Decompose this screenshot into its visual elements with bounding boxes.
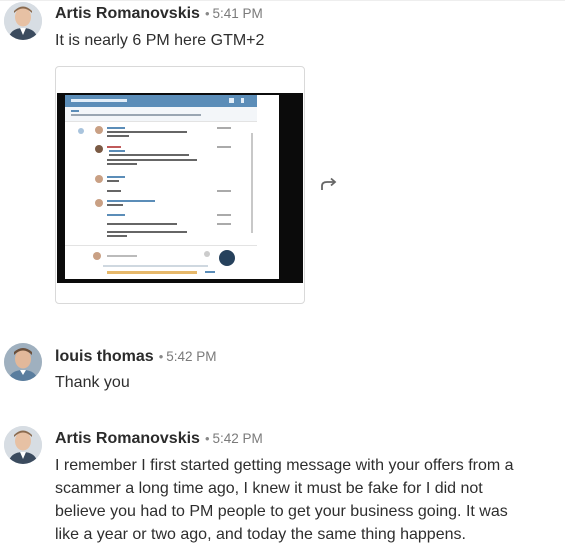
dot-separator: • xyxy=(204,6,210,21)
message-2: louis thomas • 5:42 PM Thank you xyxy=(0,335,565,405)
author-name[interactable]: Artis Romanovskis • 5:42 PM xyxy=(55,430,263,448)
image-attachment[interactable] xyxy=(55,66,305,304)
message-time: 5:41 PM xyxy=(212,6,263,21)
author-name-text[interactable]: Artis Romanovskis xyxy=(55,430,200,447)
author-name-text[interactable]: Artis Romanovskis xyxy=(55,5,200,22)
message-line: I remember I first started getting messa… xyxy=(55,457,514,474)
attachment-screenshot xyxy=(57,93,303,283)
message-text: It is nearly 6 PM here GTM+2 xyxy=(55,32,265,49)
dot-separator: • xyxy=(158,349,164,364)
dot-separator: • xyxy=(204,431,210,446)
message-time: 5:42 PM xyxy=(212,431,263,446)
message-text: I remember I first started getting messa… xyxy=(55,454,565,546)
share-arrow-icon[interactable] xyxy=(318,174,340,196)
author-name[interactable]: Artis Romanovskis • 5:41 PM xyxy=(55,5,263,23)
author-name-text[interactable]: louis thomas xyxy=(55,348,154,365)
message-line: scammer a long time ago, I knew it must … xyxy=(55,480,483,497)
avatar-artis[interactable] xyxy=(4,426,42,464)
avatar-louis[interactable] xyxy=(4,343,42,381)
message-time: 5:42 PM xyxy=(166,349,217,364)
message-1: Artis Romanovskis • 5:41 PM It is nearly 6… xyxy=(0,0,565,310)
avatar-artis[interactable] xyxy=(4,2,42,40)
message-3: Artis Romanovskis • 5:42 PM I remember I f… xyxy=(0,420,565,549)
message-line: believe you had to PM people to get your… xyxy=(55,503,508,520)
message-text: Thank you xyxy=(55,374,130,391)
author-name[interactable]: louis thomas • 5:42 PM xyxy=(55,348,217,366)
message-line: like a year or two ago, and today the sa… xyxy=(55,526,466,543)
